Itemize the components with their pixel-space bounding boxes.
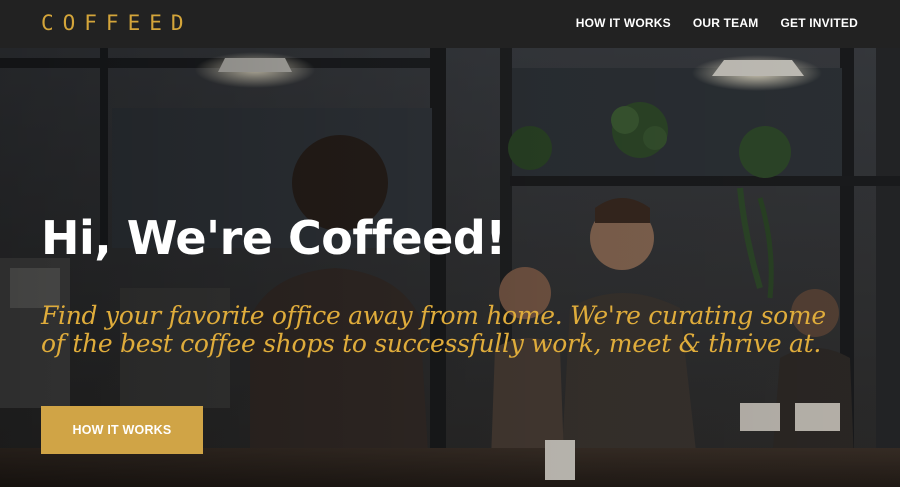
hero-section: Hi, We're Coffeed! Find your favorite of… <box>0 48 900 487</box>
nav-link-how-it-works[interactable]: HOW IT WORKS <box>576 16 671 30</box>
nav-link-get-invited[interactable]: GET INVITED <box>780 16 858 30</box>
brand-logo[interactable]: COFFEED <box>41 11 193 35</box>
hero-title: Hi, We're Coffeed! <box>41 211 506 265</box>
how-it-works-button[interactable]: HOW IT WORKS <box>41 406 203 454</box>
nav-links: HOW IT WORKS OUR TEAM GET INVITED <box>576 16 858 30</box>
top-navbar: COFFEED HOW IT WORKS OUR TEAM GET INVITE… <box>0 0 900 48</box>
nav-link-our-team[interactable]: OUR TEAM <box>693 16 759 30</box>
hero-subtitle: Find your favorite office away from home… <box>41 301 826 358</box>
